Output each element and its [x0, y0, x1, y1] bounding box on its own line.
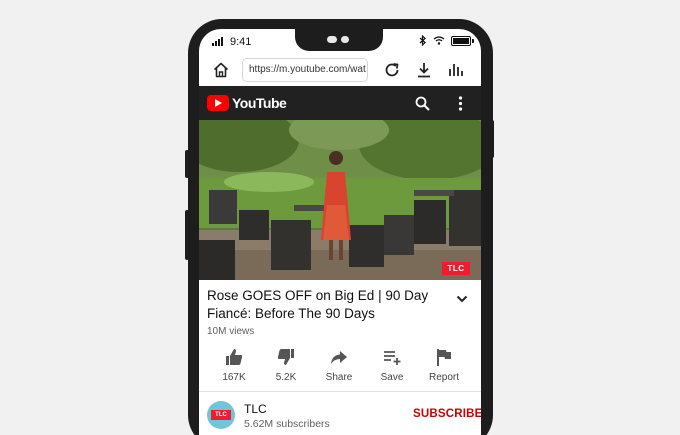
flag-icon: [437, 349, 451, 366]
video-frame: [199, 120, 481, 280]
dislike-count: 5.2K: [275, 372, 297, 383]
playlist-add-icon: [384, 351, 401, 365]
home-icon[interactable]: [210, 59, 232, 81]
notch: [295, 29, 383, 51]
save-button[interactable]: Save: [366, 347, 418, 383]
share-button[interactable]: Share: [313, 347, 365, 383]
video-title: Rose GOES OFF on Big Ed | 90 Day Fiancé:…: [207, 288, 429, 321]
camera-icon: [327, 36, 337, 43]
bluetooth-icon: [419, 35, 426, 46]
browser-toolbar: https://m.youtube.com/wat: [199, 55, 481, 85]
status-icons: [419, 35, 474, 46]
stage: 9:41 https://m.youtube.com/wat YouTube T…: [0, 0, 680, 435]
share-label: Share: [325, 372, 353, 383]
divider: [199, 391, 481, 392]
battery-icon: [451, 35, 474, 46]
avatar-logo-text: TLC: [211, 410, 231, 420]
subscriber-count: 5.62M subscribers: [244, 418, 330, 430]
phone-screen: 9:41 https://m.youtube.com/wat YouTube T…: [199, 29, 481, 435]
youtube-logo-text: YouTube: [232, 95, 287, 111]
youtube-header: YouTube: [199, 86, 481, 120]
youtube-play-icon: [207, 95, 229, 111]
save-label: Save: [380, 372, 404, 383]
like-count: 167K: [222, 372, 246, 383]
more-vert-icon[interactable]: [458, 96, 463, 111]
share-icon: [331, 351, 347, 364]
wifi-icon: [433, 36, 445, 45]
view-count: 10M views: [207, 326, 255, 337]
thumbs-down-icon: [277, 349, 294, 365]
reload-icon[interactable]: [381, 59, 403, 81]
thumbs-up-icon: [226, 349, 243, 365]
dislike-button[interactable]: 5.2K: [260, 347, 312, 383]
status-time: 9:41: [230, 36, 252, 48]
video-player[interactable]: TLC: [199, 120, 481, 280]
report-button[interactable]: Report: [418, 347, 470, 383]
signal-icon: [212, 37, 223, 46]
tlc-watermark: TLC: [442, 262, 470, 275]
action-bar: 167K 5.2K Share Save Report: [199, 347, 481, 389]
youtube-logo[interactable]: YouTube: [207, 95, 287, 111]
url-field[interactable]: https://m.youtube.com/wat: [242, 58, 368, 82]
stats-icon[interactable]: [445, 59, 467, 81]
status-bar: 9:41: [199, 29, 481, 55]
download-icon[interactable]: [413, 59, 435, 81]
channel-name[interactable]: TLC: [244, 402, 267, 416]
channel-avatar[interactable]: TLC: [207, 401, 235, 429]
sensor-icon: [341, 36, 349, 43]
report-label: Report: [428, 372, 459, 383]
subscribe-button[interactable]: SUBSCRIBE: [413, 408, 481, 420]
search-icon[interactable]: [415, 96, 430, 111]
chevron-down-icon[interactable]: [454, 291, 470, 307]
like-button[interactable]: 167K: [208, 347, 260, 383]
